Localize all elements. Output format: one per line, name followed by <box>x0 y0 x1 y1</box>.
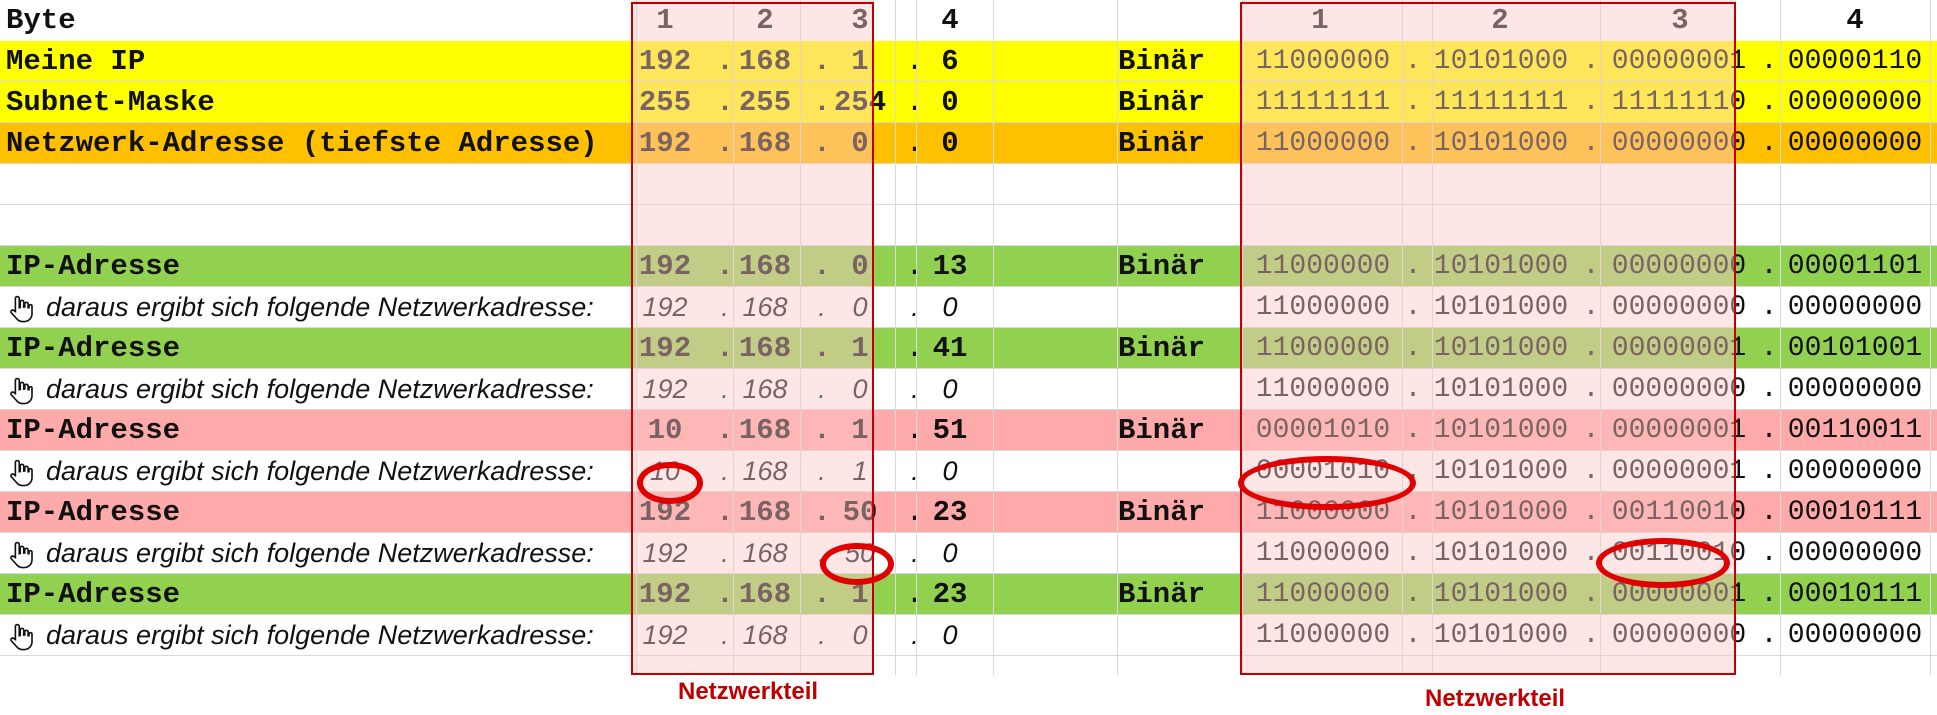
dec-separator: . <box>911 620 919 650</box>
bin-separator: . <box>1760 620 1778 651</box>
highlight-circle-bin-byte3 <box>1596 538 1730 588</box>
bin-separator: . <box>1760 415 1778 446</box>
result-label-text: daraus ergibt sich folgende Netzwerkadre… <box>46 456 594 486</box>
dec-byte-4[interactable]: 0 <box>918 82 982 123</box>
bin-separator: . <box>1760 456 1778 487</box>
binary-label: Binär <box>1118 578 1206 611</box>
bin-byte-4[interactable]: 00010111 <box>1780 492 1930 533</box>
binary-label: Binär <box>1118 414 1206 447</box>
dec-byte-4[interactable]: 6 <box>918 41 982 82</box>
dec-separator: . <box>906 45 924 78</box>
bin-byte-4[interactable]: 00000000 <box>1780 123 1930 164</box>
dec-byte-4[interactable]: 0 <box>918 123 982 164</box>
bin-byte-4[interactable]: 00000000 <box>1780 451 1930 492</box>
bin-separator: . <box>1760 87 1778 118</box>
row-label[interactable]: Subnet-Maske <box>6 82 215 123</box>
bin-byte-4[interactable]: 00000000 <box>1780 369 1930 410</box>
header-byte-label[interactable]: Byte <box>6 0 76 41</box>
dec-separator: . <box>906 332 924 365</box>
dec-byte-4[interactable]: 0 <box>918 451 982 492</box>
dec-separator: . <box>911 292 919 322</box>
dec-byte-4[interactable]: 0 <box>918 369 982 410</box>
pointing-hand-icon <box>10 623 33 651</box>
bin-byte-4[interactable]: 00010111 <box>1780 574 1930 615</box>
result-label[interactable]: daraus ergibt sich folgende Netzwerkadre… <box>6 533 594 574</box>
result-label-text: daraus ergibt sich folgende Netzwerkadre… <box>46 620 594 650</box>
bin-byte-4[interactable]: 00000000 <box>1780 533 1930 574</box>
bin-separator: . <box>1760 497 1778 528</box>
pointing-hand-icon <box>10 295 33 323</box>
bin-separator: . <box>1760 251 1778 282</box>
binary-label: Binär <box>1118 86 1206 119</box>
bin-separator: . <box>1760 128 1778 159</box>
column-gridline <box>1930 0 1931 675</box>
row-label[interactable]: IP-Adresse <box>6 246 180 287</box>
bin-separator: . <box>1760 46 1778 77</box>
column-gridline <box>993 0 994 675</box>
bin-byte-4[interactable]: 00000000 <box>1780 615 1930 656</box>
spreadsheet: Byte 1 2 3 4 1 2 3 4 Meine IP 192 168 1 6...… <box>0 0 1937 715</box>
column-gridline <box>1780 0 1781 675</box>
result-label[interactable]: daraus ergibt sich folgende Netzwerkadre… <box>6 615 594 656</box>
row-label[interactable]: Meine IP <box>6 41 145 82</box>
bin-byte-4[interactable]: 00001101 <box>1780 246 1930 287</box>
binary-label: Binär <box>1118 45 1206 78</box>
bin-separator: . <box>1760 292 1778 323</box>
result-label[interactable]: daraus ergibt sich folgende Netzwerkadre… <box>6 451 594 492</box>
highlight-circle-dec-byte1 <box>637 462 703 504</box>
dec-byte-4[interactable]: 0 <box>918 287 982 328</box>
bin-byte-4[interactable]: 00000000 <box>1780 82 1930 123</box>
row-label[interactable]: IP-Adresse <box>6 492 180 533</box>
bin-separator: . <box>1760 333 1778 364</box>
dec-separator: . <box>906 496 924 529</box>
dec-byte-4[interactable]: 41 <box>918 328 982 369</box>
result-label-text: daraus ergibt sich folgende Netzwerkadre… <box>46 374 594 404</box>
dec-separator: . <box>911 374 919 404</box>
dec-separator: . <box>906 250 924 283</box>
bin-byte-4[interactable]: 00000110 <box>1780 41 1930 82</box>
dec-separator: . <box>906 414 924 447</box>
column-gridline <box>916 0 917 675</box>
bin-separator: . <box>1760 538 1778 569</box>
dec-separator: . <box>906 127 924 160</box>
pointing-hand-icon <box>10 377 33 405</box>
dec-separator: . <box>906 86 924 119</box>
highlight-circle-bin-byte1 <box>1238 456 1416 510</box>
result-label[interactable]: daraus ergibt sich folgende Netzwerkadre… <box>6 369 594 410</box>
row-label[interactable]: IP-Adresse <box>6 410 180 451</box>
binary-label: Binär <box>1118 332 1206 365</box>
dec-byte-4[interactable]: 51 <box>918 410 982 451</box>
header-dec-col-4[interactable]: 4 <box>930 0 970 41</box>
header-bin-col-4[interactable]: 4 <box>1835 0 1875 41</box>
result-label[interactable]: daraus ergibt sich folgende Netzwerkadre… <box>6 287 594 328</box>
dec-network-caption: Netzwerkteil <box>678 678 819 705</box>
bin-byte-4[interactable]: 00101001 <box>1780 328 1930 369</box>
bin-separator: . <box>1760 374 1778 405</box>
bin-network-caption: Netzwerkteil <box>1425 685 1566 712</box>
column-gridline <box>1117 0 1118 675</box>
bin-byte-4[interactable]: 00000000 <box>1780 287 1930 328</box>
dec-byte-4[interactable]: 23 <box>918 574 982 615</box>
pointing-hand-icon <box>10 541 33 569</box>
result-label-text: daraus ergibt sich folgende Netzwerkadre… <box>46 538 594 568</box>
binary-label: Binär <box>1118 127 1206 160</box>
binary-label: Binär <box>1118 250 1206 283</box>
column-gridline <box>895 0 896 675</box>
pointing-hand-icon <box>10 459 33 487</box>
dec-byte-4[interactable]: 13 <box>918 246 982 287</box>
dec-separator: . <box>911 538 919 568</box>
dec-byte-4[interactable]: 23 <box>918 492 982 533</box>
result-label-text: daraus ergibt sich folgende Netzwerkadre… <box>46 292 594 322</box>
dec-byte-4[interactable]: 0 <box>918 533 982 574</box>
binary-label: Binär <box>1118 496 1206 529</box>
bin-byte-4[interactable]: 00110011 <box>1780 410 1930 451</box>
row-label[interactable]: Netzwerk-Adresse (tiefste Adresse) <box>6 123 598 164</box>
dec-byte-4[interactable]: 0 <box>918 615 982 656</box>
row-label[interactable]: IP-Adresse <box>6 574 180 615</box>
dec-separator: . <box>911 456 919 486</box>
bin-separator: . <box>1760 579 1778 610</box>
row-label[interactable]: IP-Adresse <box>6 328 180 369</box>
highlight-circle-dec-byte3 <box>820 543 894 585</box>
dec-separator: . <box>906 578 924 611</box>
